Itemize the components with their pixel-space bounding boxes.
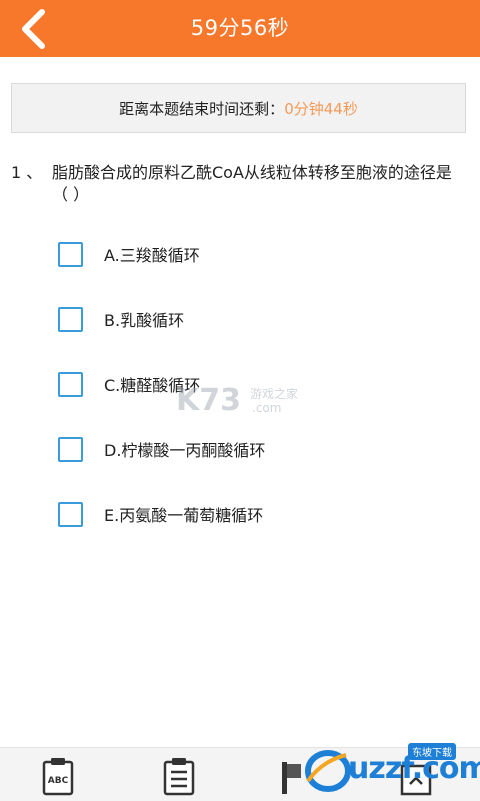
- option-c-checkbox[interactable]: [58, 371, 83, 397]
- question-number: 1 、: [11, 163, 43, 182]
- question-list-button[interactable]: [161, 756, 197, 796]
- header-bar: 59分56秒: [0, 0, 480, 57]
- flag-button[interactable]: [279, 756, 315, 796]
- option-a-checkbox[interactable]: [58, 241, 83, 267]
- option-e-checkbox[interactable]: [58, 501, 83, 527]
- option-c-label: C.糖醛酸循环: [104, 376, 201, 395]
- upload-icon: [400, 764, 432, 796]
- bottom-toolbar: ABC: [0, 747, 480, 801]
- option-e-label: E.丙氨酸一葡萄糖循环: [104, 506, 264, 525]
- clipboard-abc-icon: ABC: [42, 758, 74, 796]
- option-a[interactable]: A.三羧酸循环: [58, 240, 200, 268]
- countdown-panel: 距离本题结束时间还剩： 0分钟44秒: [11, 83, 466, 133]
- option-b-checkbox[interactable]: [58, 306, 83, 332]
- submit-button[interactable]: [398, 756, 434, 796]
- svg-text:ABC: ABC: [48, 776, 69, 786]
- countdown-label: 距离本题结束时间还剩：: [119, 99, 285, 118]
- option-c[interactable]: C.糖醛酸循环: [58, 370, 200, 398]
- page-title: 59分56秒: [190, 16, 290, 40]
- watermark-sub: .com: [252, 401, 281, 415]
- flag-icon: [282, 762, 301, 794]
- option-d-label: D.柠檬酸一丙酮酸循环: [104, 441, 266, 460]
- question-text: 脂肪酸合成的原料乙酰CoA从线粒体转移至胞液的途径是（ ）: [52, 163, 452, 204]
- option-a-label: A.三羧酸循环: [104, 246, 200, 265]
- countdown-value: 0分钟44秒: [284, 99, 358, 118]
- clipboard-list-icon: [163, 758, 195, 796]
- answer-sheet-button[interactable]: ABC: [40, 756, 76, 796]
- option-d[interactable]: D.柠檬酸一丙酮酸循环: [58, 435, 265, 463]
- option-d-checkbox[interactable]: [58, 436, 83, 462]
- option-e[interactable]: E.丙氨酸一葡萄糖循环: [58, 500, 263, 528]
- watermark-text: 游戏之家: [250, 386, 298, 401]
- option-b-label: B.乳酸循环: [104, 311, 185, 330]
- option-b[interactable]: B.乳酸循环: [58, 305, 184, 333]
